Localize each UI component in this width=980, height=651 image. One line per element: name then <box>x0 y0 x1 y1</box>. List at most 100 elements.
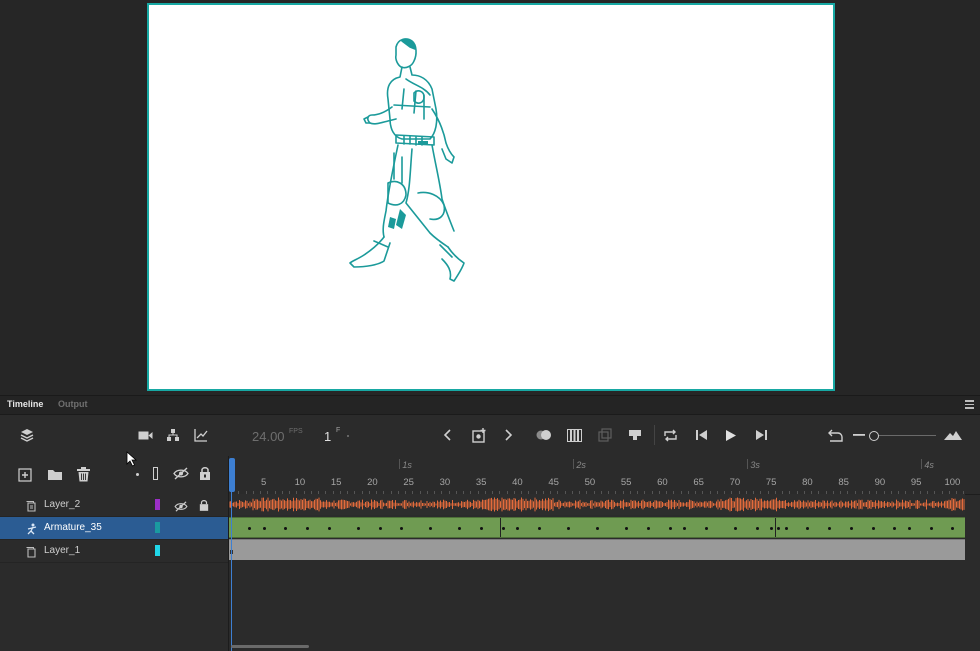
pose-keyframe[interactable] <box>668 527 672 530</box>
ruler-frame-number: 60 <box>657 477 668 488</box>
pose-keyframe[interactable] <box>704 527 708 530</box>
new-folder-icon[interactable] <box>47 468 63 486</box>
audio-layer-icon <box>26 499 37 517</box>
ruler-second-tick <box>747 459 749 469</box>
zoom-in-icon[interactable] <box>943 425 963 445</box>
layers-icon[interactable] <box>18 425 36 445</box>
pose-keyframe[interactable] <box>378 527 382 530</box>
onion-range-icon <box>596 425 614 445</box>
edit-multiple-frames-icon[interactable] <box>565 425 583 445</box>
zoom-out-icon[interactable] <box>852 425 866 445</box>
pose-keyframe[interactable] <box>907 527 911 530</box>
center-frame-icon[interactable] <box>626 425 644 445</box>
pose-keyframe[interactable] <box>784 527 788 530</box>
ruler-frame-number: 95 <box>910 477 922 488</box>
pose-keyframe[interactable] <box>683 527 687 530</box>
zoom-slider-track[interactable] <box>870 435 936 436</box>
pose-keyframe[interactable] <box>806 527 810 530</box>
pose-keyframe[interactable] <box>777 527 781 530</box>
ruler-frame-number: 50 <box>584 477 596 488</box>
layer1-span[interactable] <box>229 539 965 560</box>
eye-hidden-icon[interactable] <box>173 467 189 485</box>
tab-output[interactable]: Output <box>58 399 88 409</box>
armature-span[interactable] <box>229 517 965 538</box>
pose-keyframe[interactable] <box>400 527 404 530</box>
lock-icon[interactable] <box>199 498 209 516</box>
camera-icon[interactable] <box>136 425 154 445</box>
frame-dot <box>347 435 349 437</box>
pose-keyframe[interactable] <box>951 527 955 530</box>
pose-keyframe[interactable] <box>356 527 360 530</box>
pose-keyframe[interactable] <box>733 527 737 530</box>
eye-hidden-icon[interactable] <box>174 499 188 517</box>
pose-keyframe[interactable] <box>567 527 571 530</box>
layer-row-layer-1[interactable]: Layer_1 <box>0 540 228 563</box>
pose-keyframe[interactable] <box>596 527 600 530</box>
pose-keyframe[interactable] <box>327 527 331 530</box>
play-icon[interactable] <box>722 425 740 445</box>
pose-keyframe[interactable] <box>849 527 853 530</box>
pose-keyframe[interactable] <box>871 527 875 530</box>
layer-row-layer-2[interactable]: Layer_2 <box>0 494 228 517</box>
pose-keyframe[interactable] <box>306 527 310 530</box>
fps-value[interactable]: 24.00 <box>252 429 285 444</box>
pose-keyframe[interactable] <box>828 527 832 530</box>
horizontal-scrollbar[interactable] <box>231 645 309 648</box>
layer-name: Layer_1 <box>44 545 81 556</box>
stage-area <box>0 0 980 395</box>
layer-color-swatch[interactable] <box>155 545 160 556</box>
pose-keyframe[interactable] <box>755 527 759 530</box>
highlight-dot-icon[interactable] <box>136 473 139 476</box>
new-layer-icon[interactable] <box>18 468 32 487</box>
pose-keyframe[interactable] <box>929 527 933 530</box>
playhead-handle[interactable] <box>229 458 235 492</box>
layer-row-armature-35[interactable]: Armature_35 <box>0 517 228 540</box>
waveform-path <box>229 497 965 512</box>
pose-keyframe[interactable] <box>248 527 252 530</box>
pose-keyframe[interactable] <box>770 527 774 530</box>
layer-color-swatch[interactable] <box>155 522 160 533</box>
pose-keyframe[interactable] <box>646 527 650 530</box>
audio-track[interactable] <box>229 494 965 515</box>
next-keyframe-icon[interactable] <box>502 425 516 445</box>
pose-keyframe[interactable] <box>284 527 288 530</box>
insert-keyframe-icon[interactable] <box>470 425 488 445</box>
layer-color-swatch[interactable] <box>155 499 160 510</box>
walking-figure-drawing[interactable] <box>344 33 484 293</box>
ruler-second-label: 1s <box>402 460 412 470</box>
pose-keyframe[interactable] <box>625 527 629 530</box>
pose-keyframe[interactable] <box>262 527 266 530</box>
undo-icon[interactable] <box>826 425 844 445</box>
onion-skin-icon[interactable] <box>535 425 553 445</box>
step-back-icon[interactable] <box>692 425 710 445</box>
step-forward-icon[interactable] <box>752 425 770 445</box>
delete-icon[interactable] <box>77 467 90 487</box>
keyframe-marker-line <box>775 518 777 537</box>
pose-keyframe[interactable] <box>458 527 462 530</box>
frames-area[interactable]: 5 10 15 20 25 30 35 40 45 50 55 60 65 70 75 80 85 90 95 100… <box>229 456 980 651</box>
pose-keyframe[interactable] <box>516 527 520 530</box>
layer-icon <box>26 545 37 563</box>
ruler-frame-number: 55 <box>620 477 632 488</box>
frame-ruler[interactable]: 5 10 15 20 25 30 35 40 45 50 55 60 65 70 75 80 85 90 95 100… <box>229 456 980 495</box>
pose-keyframe[interactable] <box>429 527 433 530</box>
loop-icon[interactable] <box>661 425 679 445</box>
graph-icon[interactable] <box>192 425 210 445</box>
stage-canvas[interactable] <box>147 3 835 391</box>
pose-keyframe[interactable] <box>480 527 484 530</box>
lock-icon[interactable] <box>199 466 211 485</box>
tab-timeline[interactable]: Timeline <box>7 399 43 409</box>
armature-layer-icon <box>26 522 38 540</box>
ruler-frame-number: 5 <box>260 477 267 488</box>
panel-menu-icon[interactable] <box>965 400 974 409</box>
prev-keyframe-icon[interactable] <box>440 425 454 445</box>
pose-keyframe[interactable] <box>893 527 897 530</box>
zoom-slider-knob[interactable] <box>869 431 879 441</box>
layer-parenting-icon[interactable] <box>164 425 182 445</box>
pose-keyframe[interactable] <box>501 527 505 530</box>
mouse-cursor-icon <box>126 451 138 467</box>
current-frame-value[interactable]: 1 <box>324 429 331 444</box>
pose-keyframe[interactable] <box>538 527 542 530</box>
layer-name: Layer_2 <box>44 499 81 510</box>
outline-icon[interactable] <box>153 467 158 480</box>
